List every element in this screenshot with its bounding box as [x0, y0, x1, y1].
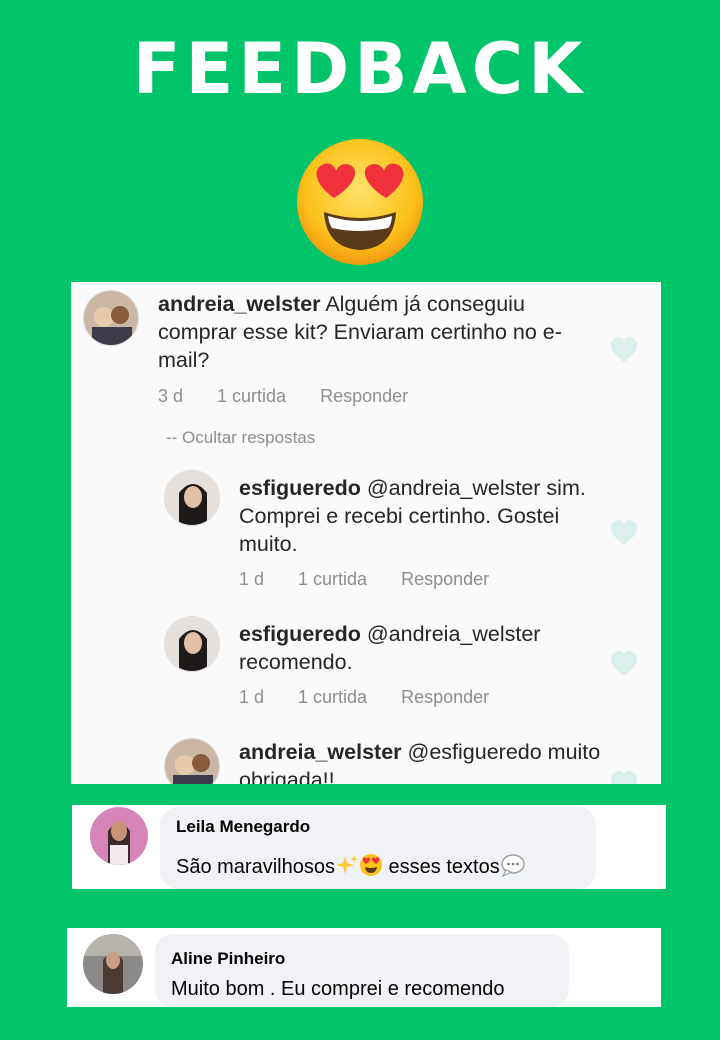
- comment-time: 1 d: [239, 687, 265, 707]
- comment-username[interactable]: andreia_welster: [239, 740, 402, 764]
- comment-meta: 1 d 1 curtida Responder: [239, 687, 523, 708]
- comment-likes[interactable]: 1 curtida: [298, 569, 367, 590]
- commenter-name[interactable]: Leila Menegardo: [176, 817, 310, 837]
- facebook-comment-card: Leila Menegardo São maravilhosos esses t…: [72, 805, 666, 889]
- facebook-comment-card: Aline Pinheiro Muito bom . Eu comprei e …: [67, 928, 661, 1007]
- hide-replies-link[interactable]: -- Ocultar respostas: [166, 428, 315, 448]
- comment-text: Muito bom . Eu comprei e recomendo: [171, 978, 505, 1000]
- avatar[interactable]: [83, 290, 139, 346]
- heart-icon[interactable]: [609, 519, 639, 547]
- comment-username[interactable]: andreia_welster: [158, 292, 321, 316]
- instagram-comments-card: andreia_welster Alguém já conseguiu comp…: [71, 282, 661, 784]
- comment-meta: 1 d 1 curtida Responder: [239, 569, 523, 590]
- comment-text: São maravilhosos esses textos: [176, 853, 526, 879]
- avatar[interactable]: [83, 934, 143, 994]
- avatar[interactable]: [90, 807, 148, 865]
- page-title: FEEDBACK: [132, 28, 588, 110]
- comment-meta: 3 d 1 curtida Responder: [158, 386, 442, 407]
- comment-time: 3 d: [158, 386, 184, 406]
- avatar[interactable]: [164, 616, 220, 672]
- reply-button[interactable]: Responder: [401, 569, 489, 590]
- comment-username[interactable]: esfigueredo: [239, 622, 361, 646]
- heart-icon[interactable]: [609, 770, 639, 784]
- reply-button[interactable]: Responder: [401, 687, 489, 708]
- avatar[interactable]: [164, 738, 220, 784]
- heart-eyes-emoji: [294, 136, 426, 268]
- sparkles-icon: [335, 854, 359, 874]
- comment-time: 1 d: [239, 569, 265, 589]
- reply-button[interactable]: Responder: [320, 386, 408, 407]
- heart-icon[interactable]: [609, 336, 639, 364]
- comment-likes[interactable]: 1 curtida: [298, 687, 367, 708]
- heart-icon[interactable]: [609, 650, 639, 678]
- comment-username[interactable]: esfigueredo: [239, 476, 361, 500]
- comment-likes[interactable]: 1 curtida: [217, 386, 286, 407]
- speech-bubble-icon: [500, 853, 526, 878]
- avatar[interactable]: [164, 470, 220, 526]
- heart-eyes-emoji: [359, 853, 383, 876]
- commenter-name[interactable]: Aline Pinheiro: [171, 949, 285, 969]
